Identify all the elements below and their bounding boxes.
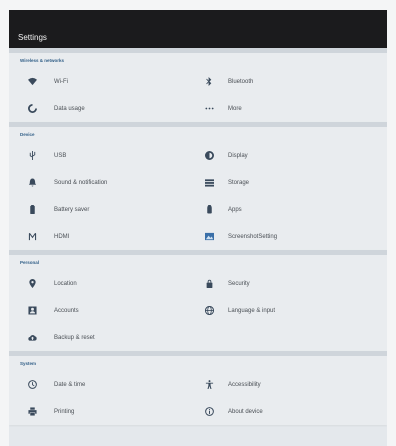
settings-item-label: HDMI bbox=[54, 233, 70, 240]
settings-item-apps[interactable]: Apps bbox=[198, 196, 387, 223]
settings-item-bluetooth[interactable]: Bluetooth bbox=[198, 68, 387, 95]
storage-icon bbox=[203, 177, 215, 189]
settings-item-location[interactable]: Location bbox=[9, 270, 198, 297]
data-usage-icon bbox=[26, 103, 38, 115]
bell-icon bbox=[26, 177, 38, 189]
settings-item-accounts[interactable]: Accounts bbox=[9, 297, 198, 324]
section-title: Device bbox=[20, 132, 35, 137]
section-title: Personal bbox=[20, 260, 40, 265]
settings-item-label: Printing bbox=[54, 408, 75, 415]
settings-empty-cell bbox=[198, 324, 387, 351]
settings-item-label: Display bbox=[228, 152, 248, 159]
settings-item-display[interactable]: Display bbox=[198, 142, 387, 169]
section-personal: Personal Location Security Accounts Lang… bbox=[9, 250, 387, 351]
section-system: System Date & time Accessibility Printin… bbox=[9, 351, 387, 425]
lock-icon bbox=[203, 278, 215, 290]
settings-item-wifi[interactable]: Wi-Fi bbox=[9, 68, 198, 95]
settings-item-label: Sound & notification bbox=[54, 179, 108, 186]
apps-icon bbox=[203, 204, 215, 216]
settings-item-label: More bbox=[228, 105, 242, 112]
settings-item-label: USB bbox=[54, 152, 67, 159]
printer-icon bbox=[26, 406, 38, 418]
settings-item-data-usage[interactable]: Data usage bbox=[9, 95, 198, 122]
settings-item-label: ScreenshotSetting bbox=[228, 233, 278, 240]
settings-item-label: Accounts bbox=[54, 307, 79, 314]
settings-item-more[interactable]: More bbox=[198, 95, 387, 122]
settings-item-label: Storage bbox=[228, 179, 250, 186]
wifi-icon bbox=[26, 76, 38, 88]
settings-item-screenshot-setting[interactable]: ScreenshotSetting bbox=[198, 223, 387, 250]
accessibility-icon bbox=[203, 379, 215, 391]
settings-item-label: About device bbox=[228, 408, 263, 415]
settings-screen: Settings Wireless & networks Wi-Fi Bluet… bbox=[9, 10, 387, 446]
settings-item-label: Accessibility bbox=[228, 381, 261, 388]
display-icon bbox=[203, 150, 215, 162]
settings-item-label: Backup & reset bbox=[54, 334, 95, 341]
clock-icon bbox=[26, 379, 38, 391]
info-icon bbox=[203, 406, 215, 418]
settings-item-label: Apps bbox=[228, 206, 242, 213]
settings-item-security[interactable]: Security bbox=[198, 270, 387, 297]
cloud-icon bbox=[26, 332, 38, 344]
location-icon bbox=[26, 278, 38, 290]
app-bar: Settings bbox=[9, 10, 387, 48]
globe-icon bbox=[203, 305, 215, 317]
settings-item-hdmi[interactable]: HDMI bbox=[9, 223, 198, 250]
settings-item-sound-notification[interactable]: Sound & notification bbox=[9, 169, 198, 196]
section-device: Device USB Display Sound & notification … bbox=[9, 122, 387, 250]
settings-item-label: Language & input bbox=[228, 307, 276, 314]
more-icon bbox=[203, 103, 215, 115]
settings-item-storage[interactable]: Storage bbox=[198, 169, 387, 196]
settings-item-date-time[interactable]: Date & time bbox=[9, 371, 198, 398]
settings-item-label: Date & time bbox=[54, 381, 86, 388]
battery-icon bbox=[26, 204, 38, 216]
usb-icon bbox=[26, 150, 38, 162]
settings-item-battery-saver[interactable]: Battery saver bbox=[9, 196, 198, 223]
section-wireless-networks: Wireless & networks Wi-Fi Bluetooth Data… bbox=[9, 48, 387, 122]
accounts-icon bbox=[26, 305, 38, 317]
bluetooth-icon bbox=[203, 76, 215, 88]
screenshot-icon bbox=[203, 231, 215, 243]
settings-item-usb[interactable]: USB bbox=[9, 142, 198, 169]
hdmi-icon bbox=[26, 231, 38, 243]
section-title: System bbox=[20, 361, 37, 366]
page-title: Settings bbox=[18, 33, 47, 42]
settings-item-accessibility[interactable]: Accessibility bbox=[198, 371, 387, 398]
settings-item-label: Battery saver bbox=[54, 206, 90, 213]
section-title: Wireless & networks bbox=[20, 58, 64, 63]
settings-item-label: Security bbox=[228, 280, 250, 287]
settings-item-about-device[interactable]: About device bbox=[198, 398, 387, 425]
settings-item-label: Location bbox=[54, 280, 77, 287]
settings-item-backup-reset[interactable]: Backup & reset bbox=[9, 324, 198, 351]
settings-item-label: Data usage bbox=[54, 105, 85, 112]
settings-item-language-input[interactable]: Language & input bbox=[198, 297, 387, 324]
settings-item-label: Bluetooth bbox=[228, 78, 254, 85]
settings-item-label: Wi-Fi bbox=[54, 78, 68, 85]
settings-item-printing[interactable]: Printing bbox=[9, 398, 198, 425]
